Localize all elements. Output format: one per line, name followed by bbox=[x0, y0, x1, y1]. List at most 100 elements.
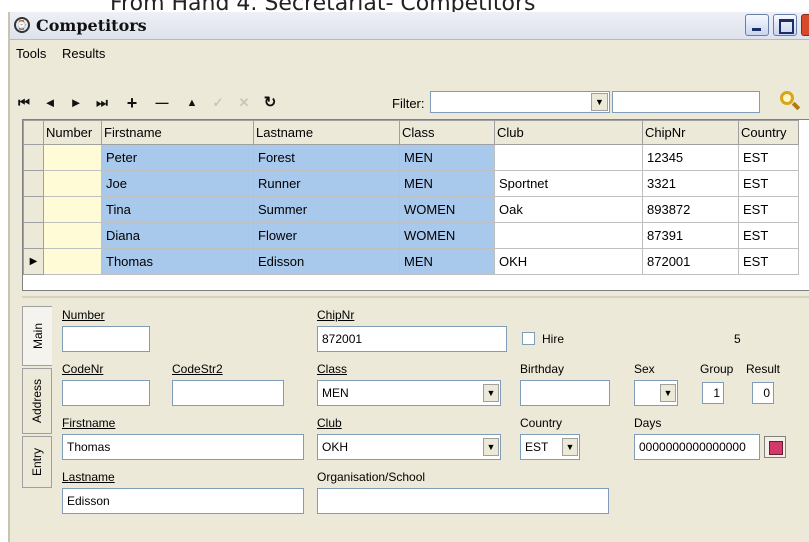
cell-club[interactable]: Sportnet bbox=[494, 170, 643, 197]
column-header-club[interactable]: Club bbox=[494, 120, 643, 145]
chipnr-field[interactable]: 872001 bbox=[317, 326, 507, 352]
codestr2-field[interactable] bbox=[172, 380, 284, 406]
country-select[interactable]: EST ▼ bbox=[520, 434, 580, 460]
current-row-marker[interactable]: ▶ bbox=[23, 248, 44, 275]
group-field[interactable]: 1 bbox=[702, 382, 724, 404]
cell-firstname[interactable]: Peter bbox=[101, 144, 254, 171]
cell-number[interactable] bbox=[43, 170, 102, 197]
navigator-toolbar: ⏮ ◄ ► ⏭ + — ▲ ✓ ✕ ↻ Filter: ▼ bbox=[10, 67, 809, 127]
next-record-button[interactable]: ► bbox=[66, 94, 86, 112]
row-indicator[interactable] bbox=[23, 222, 44, 249]
cell-chipnr[interactable]: 3321 bbox=[642, 170, 739, 197]
cell-country[interactable]: EST bbox=[738, 248, 799, 275]
table-row[interactable]: Tina Summer WOMEN Oak 893872 EST bbox=[23, 196, 799, 223]
table-row[interactable]: Peter Forest MEN 12345 EST bbox=[23, 144, 799, 171]
cell-lastname[interactable]: Flower bbox=[253, 222, 400, 249]
cell-number[interactable] bbox=[43, 144, 102, 171]
column-header-firstname[interactable]: Firstname bbox=[101, 120, 254, 145]
last-record-button[interactable]: ⏭ bbox=[92, 94, 112, 112]
cell-firstname[interactable]: Diana bbox=[101, 222, 254, 249]
cell-chipnr[interactable]: 893872 bbox=[642, 196, 739, 223]
codenr-field[interactable] bbox=[62, 380, 150, 406]
cell-lastname[interactable]: Forest bbox=[253, 144, 400, 171]
cell-chipnr[interactable]: 872001 bbox=[642, 248, 739, 275]
tab-entry-label: Entry bbox=[30, 447, 44, 477]
cell-club[interactable] bbox=[494, 144, 643, 171]
tab-main[interactable]: Main bbox=[22, 306, 52, 366]
cell-country[interactable]: EST bbox=[738, 170, 799, 197]
column-header-lastname[interactable]: Lastname bbox=[253, 120, 400, 145]
cell-firstname[interactable]: Tina bbox=[101, 196, 254, 223]
cell-country[interactable]: EST bbox=[738, 196, 799, 223]
cell-lastname[interactable]: Summer bbox=[253, 196, 400, 223]
table-row[interactable]: Diana Flower WOMEN 87391 EST bbox=[23, 222, 799, 249]
hire-checkbox[interactable] bbox=[522, 332, 535, 345]
lastname-field[interactable]: Edisson bbox=[62, 488, 304, 514]
chevron-down-icon[interactable]: ▼ bbox=[660, 384, 676, 402]
firstname-field[interactable]: Thomas bbox=[62, 434, 304, 460]
birthday-field[interactable] bbox=[520, 380, 610, 406]
cell-number[interactable] bbox=[43, 222, 102, 249]
cancel-record-button[interactable]: ✕ bbox=[234, 94, 254, 112]
class-select[interactable]: MEN ▼ bbox=[317, 380, 501, 406]
competitors-grid[interactable]: Number Firstname Lastname Class Club Chi… bbox=[22, 119, 809, 291]
cell-country[interactable]: EST bbox=[738, 144, 799, 171]
search-button[interactable] bbox=[778, 89, 802, 113]
refresh-button[interactable]: ↻ bbox=[260, 94, 280, 112]
table-row[interactable]: Joe Runner MEN Sportnet 3321 EST bbox=[23, 170, 799, 197]
chevron-down-icon[interactable]: ▼ bbox=[562, 438, 578, 456]
row-indicator[interactable] bbox=[23, 144, 44, 171]
chevron-down-icon[interactable]: ▼ bbox=[483, 384, 499, 402]
splitter[interactable] bbox=[22, 296, 809, 298]
cell-class[interactable]: WOMEN bbox=[399, 222, 495, 249]
menu-tools[interactable]: Tools bbox=[16, 46, 46, 61]
cell-firstname[interactable]: Thomas bbox=[101, 248, 254, 275]
cell-class[interactable]: MEN bbox=[399, 170, 495, 197]
days-field[interactable]: 0000000000000000 bbox=[634, 434, 760, 460]
column-header-number[interactable]: Number bbox=[43, 120, 102, 145]
cell-number[interactable] bbox=[43, 248, 102, 275]
number-field[interactable] bbox=[62, 326, 150, 352]
cell-lastname[interactable]: Edisson bbox=[253, 248, 400, 275]
cell-country[interactable]: EST bbox=[738, 222, 799, 249]
close-button[interactable] bbox=[801, 14, 809, 36]
delete-record-button[interactable]: — bbox=[152, 94, 172, 112]
tab-entry[interactable]: Entry bbox=[22, 436, 52, 488]
cell-class[interactable]: WOMEN bbox=[399, 196, 495, 223]
table-row-current[interactable]: ▶ Thomas Edisson MEN OKH 872001 EST bbox=[23, 248, 799, 275]
post-record-button[interactable]: ✓ bbox=[208, 94, 228, 112]
tab-address[interactable]: Address bbox=[22, 368, 52, 434]
filter-combo[interactable]: ▼ bbox=[430, 91, 610, 113]
prev-record-button[interactable]: ◄ bbox=[40, 94, 60, 112]
add-record-button[interactable]: + bbox=[122, 94, 142, 112]
result-field[interactable]: 0 bbox=[752, 382, 774, 404]
cell-number[interactable] bbox=[43, 196, 102, 223]
cell-club[interactable]: OKH bbox=[494, 248, 643, 275]
column-header-country[interactable]: Country bbox=[738, 120, 799, 145]
column-header-class[interactable]: Class bbox=[399, 120, 495, 145]
chevron-down-icon[interactable]: ▼ bbox=[591, 93, 608, 111]
menu-results[interactable]: Results bbox=[62, 46, 105, 61]
column-header-chipnr[interactable]: ChipNr bbox=[642, 120, 739, 145]
cell-class[interactable]: MEN bbox=[399, 248, 495, 275]
cell-chipnr[interactable]: 87391 bbox=[642, 222, 739, 249]
minimize-button[interactable] bbox=[745, 14, 769, 36]
club-select[interactable]: OKH ▼ bbox=[317, 434, 501, 460]
maximize-button[interactable] bbox=[773, 14, 797, 36]
filter-text-input[interactable] bbox=[612, 91, 760, 113]
cell-lastname[interactable]: Runner bbox=[253, 170, 400, 197]
organisation-field[interactable] bbox=[317, 488, 609, 514]
row-indicator[interactable] bbox=[23, 170, 44, 197]
calendar-icon[interactable] bbox=[764, 436, 786, 458]
cell-firstname[interactable]: Joe bbox=[101, 170, 254, 197]
chevron-down-icon[interactable]: ▼ bbox=[483, 438, 499, 456]
cell-club[interactable]: Oak bbox=[494, 196, 643, 223]
cell-chipnr[interactable]: 12345 bbox=[642, 144, 739, 171]
row-indicator[interactable] bbox=[23, 196, 44, 223]
cell-class[interactable]: MEN bbox=[399, 144, 495, 171]
cell-club[interactable] bbox=[494, 222, 643, 249]
days-label: Days bbox=[634, 416, 662, 430]
edit-record-button[interactable]: ▲ bbox=[182, 94, 202, 112]
sex-select[interactable]: ▼ bbox=[634, 380, 678, 406]
first-record-button[interactable]: ⏮ bbox=[14, 94, 34, 112]
